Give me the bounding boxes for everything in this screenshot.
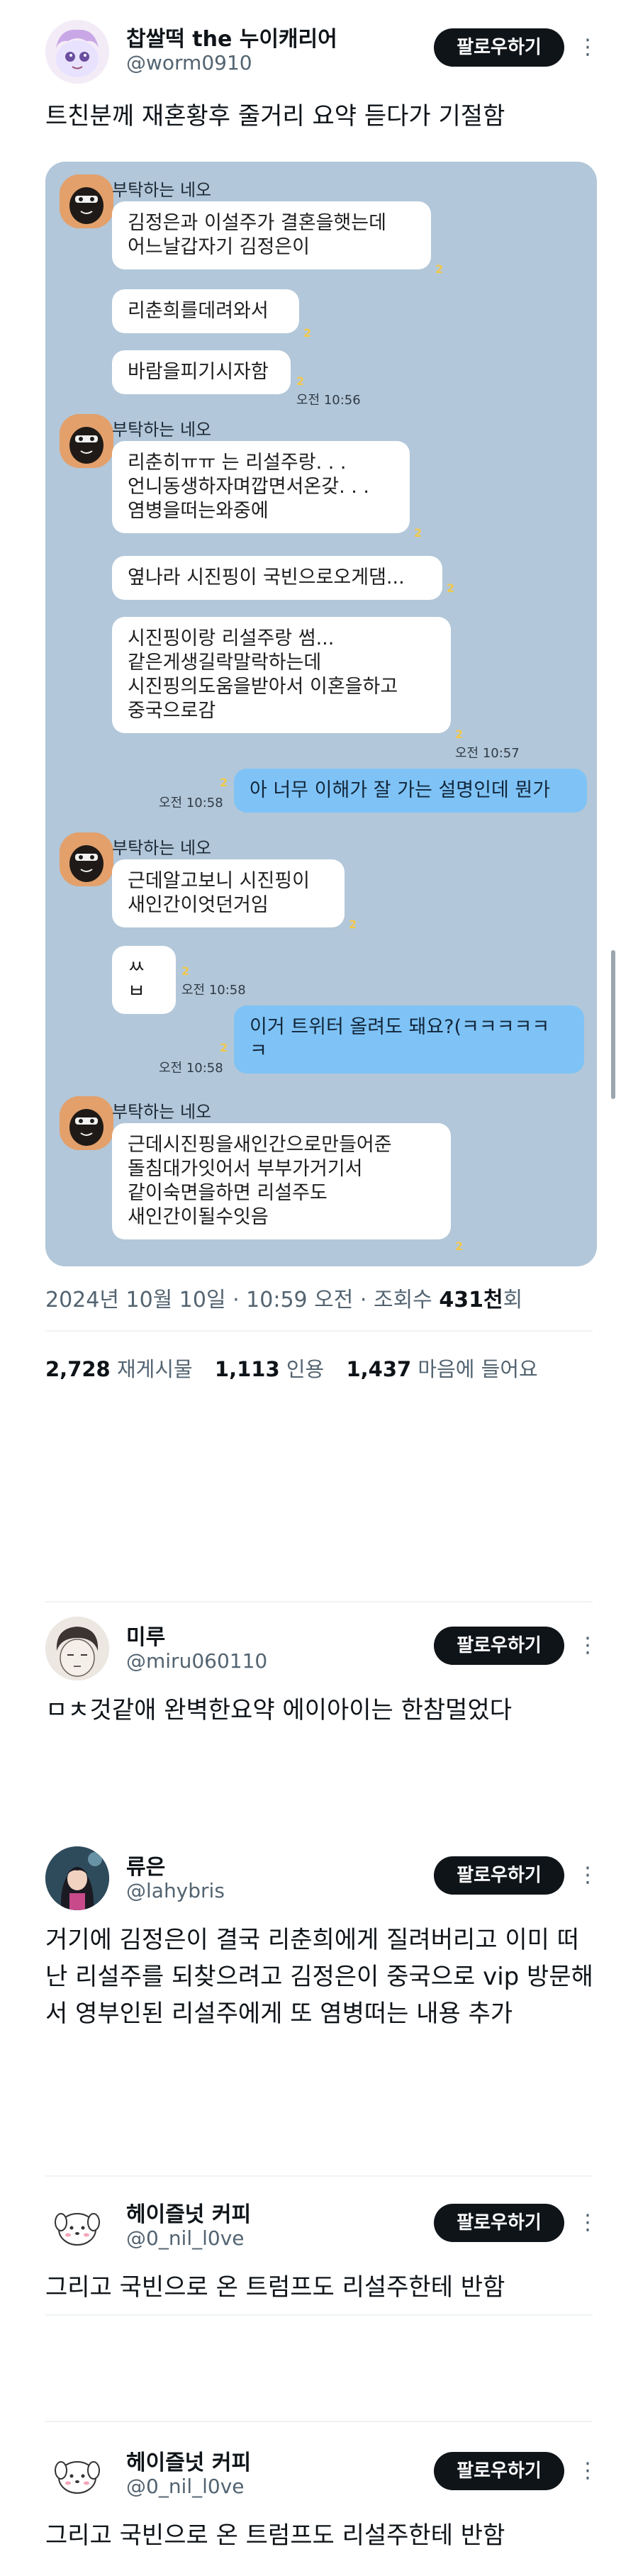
chat-bubble: 리춘히ㅠㅠ 는 리설주랑. . . 언니동생하자며깝면서온갖. . . 염병을떠… <box>112 441 410 533</box>
chat-bubble: 근데시진핑을새인간으로만들어준 돌침대가잇어서 부부가거기서 같이숙면을하면 리… <box>112 1123 451 1239</box>
chat-bubble: 옆나라 시진핑이 국빈으로오게댐... <box>112 556 442 600</box>
unread-count: 2 <box>435 262 444 276</box>
scrollbar[interactable] <box>611 950 615 1099</box>
post-date: 2024년 10월 10일 · 10:59 오전 · 조회수 <box>45 1288 432 1312</box>
unread-count: 2 <box>447 581 455 595</box>
unread-count: 2 <box>220 776 228 789</box>
divider <box>45 1601 593 1602</box>
my-chat-bubble: 아 너무 이해가 잘 가는 설명인데 뭔가 <box>234 769 587 813</box>
view-count: 431천 <box>439 1288 503 1312</box>
character-portrait-avatar-icon <box>45 1846 109 1910</box>
unread-count: 2 <box>455 727 464 741</box>
more-options-icon[interactable]: ⋮ <box>577 1627 598 1665</box>
neo-character-icon <box>60 1096 113 1150</box>
author-handle[interactable]: @0_nil_l0ve <box>126 2475 245 2498</box>
message-time: 오전 10:58 <box>159 796 223 810</box>
neo-character-icon <box>60 832 113 886</box>
unread-count: 2 <box>220 1041 228 1054</box>
avatar[interactable] <box>45 1846 109 1910</box>
follow-button[interactable]: 팔로우하기 <box>434 2204 564 2242</box>
reply-post[interactable]: 헤이즐넛 커피 @0_nil_l0ve 팔로우하기 ⋮ 그리고 국빈으로 온 트… <box>0 2442 638 2576</box>
chat-bubble: 시진핑이랑 리설주랑 썸... 같은게생길락말락하는데 시진핑의도움을받아서 이… <box>112 617 451 733</box>
my-chat-bubble: 이거 트위터 올려도 돼요?(ㅋㅋㅋㅋㅋ ㅋ <box>234 1005 584 1074</box>
unread-count: 2 <box>455 1239 464 1253</box>
avatar[interactable] <box>45 2442 109 2506</box>
character-avatar-icon <box>45 20 109 84</box>
quote-label[interactable]: 인용 <box>286 1357 324 1381</box>
follow-button[interactable]: 팔로우하기 <box>434 2452 564 2490</box>
main-post: 찹쌀떡 the 누이캐리어 @worm0910 팔로우하기 ⋮ 트친분께 재혼황… <box>0 0 638 1411</box>
follow-button[interactable]: 팔로우하기 <box>434 1627 564 1665</box>
more-options-icon[interactable]: ⋮ <box>577 2204 598 2242</box>
unread-count: 2 <box>349 918 357 931</box>
neo-avatar <box>60 832 113 886</box>
neo-character-icon <box>60 414 113 468</box>
like-label[interactable]: 마음에 들어요 <box>418 1357 537 1381</box>
chat-bubble: 리춘희를데려와서 <box>112 289 299 333</box>
divider <box>45 2421 593 2422</box>
chat-bubble: 김정은과 이설주가 결혼을햇는데 어느날갑자기 김정은이 <box>112 201 431 269</box>
sender-name: 부탁하는 네오 <box>112 180 212 200</box>
author-name[interactable]: 찹쌀떡 the 누이캐리어 <box>126 21 337 52</box>
post-text: 트친분께 재혼황후 줄거리 요약 듣다가 기절함 <box>45 102 505 130</box>
view-suffix: 회 <box>503 1288 523 1312</box>
sketch-face-avatar-icon <box>45 1617 109 1680</box>
reply-post[interactable]: 류은 @lahybris 팔로우하기 ⋮ 거기에 김정은이 결국 리춘희에게 질… <box>0 1846 638 2144</box>
author-handle[interactable]: @lahybris <box>126 1879 225 1902</box>
sender-name: 부탁하는 네오 <box>112 420 212 440</box>
puppy-avatar-icon <box>45 2194 109 2258</box>
post-stats: 2,728 재게시물 1,113 인용 1,437 마음에 들어요 <box>45 1353 538 1383</box>
retweet-count[interactable]: 2,728 <box>45 1357 111 1381</box>
avatar[interactable] <box>45 2194 109 2258</box>
divider <box>45 2314 593 2316</box>
chat-bubble: 근데알고보니 시진핑이 새인간이엇던거임 <box>112 859 345 927</box>
reply-text: 그리고 국빈으로 온 트럼프도 리설주한테 반함 <box>45 2521 505 2550</box>
chat-screenshot[interactable]: 부탁하는 네오 김정은과 이설주가 결혼을햇는데 어느날갑자기 김정은이 2 리… <box>45 162 597 1266</box>
author-handle[interactable]: @worm0910 <box>126 51 252 74</box>
neo-avatar <box>60 1096 113 1150</box>
follow-button[interactable]: 팔로우하기 <box>434 1856 564 1895</box>
sender-name: 부탁하는 네오 <box>112 838 212 858</box>
chat-bubble: ㅆㅂ <box>112 946 176 1014</box>
reply-text: 그리고 국빈으로 온 트럼프도 리설주한테 반함 <box>45 2273 505 2302</box>
unread-count: 2 <box>296 374 305 388</box>
retweet-label[interactable]: 재게시물 <box>117 1357 193 1381</box>
reply-text: 거기에 김정은이 결국 리춘희에게 질려버리고 이미 떠난 리설주를 되찾으려고… <box>45 1926 593 2028</box>
divider <box>45 1330 593 1332</box>
chat-bubble: 바람을피기시자함 <box>112 350 291 394</box>
author-name[interactable]: 헤이즐넛 커피 <box>126 2445 251 2476</box>
more-options-icon[interactable]: ⋮ <box>577 28 598 67</box>
follow-button[interactable]: 팔로우하기 <box>434 28 564 67</box>
author-name[interactable]: 미루 <box>126 1619 165 1651</box>
more-options-icon[interactable]: ⋮ <box>577 2452 598 2490</box>
neo-character-icon <box>60 174 113 228</box>
sender-name: 부탁하는 네오 <box>112 1102 212 1122</box>
reply-post[interactable]: 미루 @miru060110 팔로우하기 ⋮ ㅁㅊ것같애 완벽한요약 에이아이는… <box>0 1617 638 1829</box>
quote-count[interactable]: 1,113 <box>215 1357 280 1381</box>
message-time: 오전 10:58 <box>181 983 246 998</box>
neo-avatar <box>60 414 113 468</box>
puppy-avatar-icon <box>45 2442 109 2506</box>
post-meta: 2024년 10월 10일 · 10:59 오전 · 조회수 431천회 <box>45 1282 522 1313</box>
author-name[interactable]: 헤이즐넛 커피 <box>126 2197 251 2228</box>
reply-text: ㅁㅊ것같애 완벽한요약 에이아이는 한참멀었다 <box>45 1696 513 1724</box>
more-options-icon[interactable]: ⋮ <box>577 1856 598 1895</box>
author-handle[interactable]: @0_nil_l0ve <box>126 2226 245 2250</box>
unread-count: 2 <box>303 326 312 340</box>
message-time: 오전 10:56 <box>296 393 361 408</box>
unread-count: 2 <box>414 526 422 540</box>
like-count[interactable]: 1,437 <box>346 1357 411 1381</box>
avatar[interactable] <box>45 1617 109 1680</box>
unread-count: 2 <box>181 964 190 978</box>
divider <box>45 2175 593 2177</box>
message-time: 오전 10:57 <box>455 746 520 761</box>
author-handle[interactable]: @miru060110 <box>126 1649 267 1673</box>
author-name[interactable]: 류은 <box>126 1849 165 1880</box>
message-time: 오전 10:58 <box>159 1061 223 1076</box>
avatar[interactable] <box>45 20 109 84</box>
neo-avatar <box>60 174 113 228</box>
